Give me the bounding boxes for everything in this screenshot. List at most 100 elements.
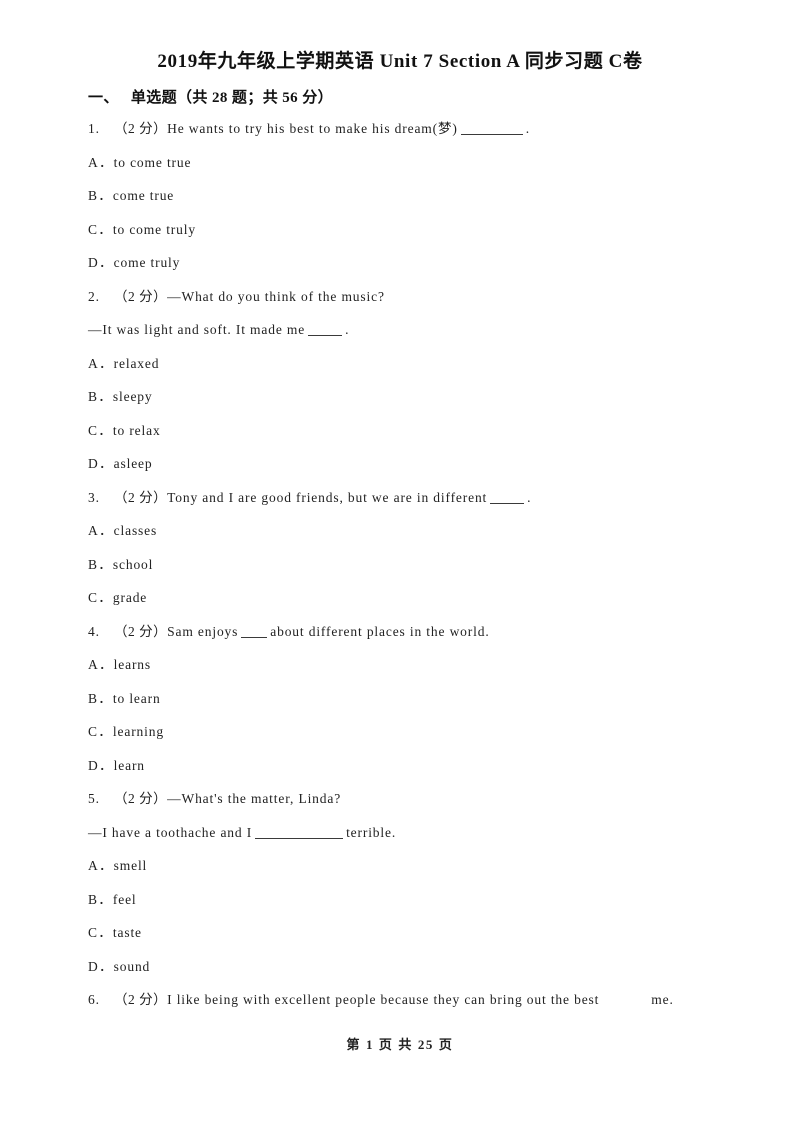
option-letter: B．: [88, 556, 113, 572]
option-text: to come truly: [112, 221, 196, 237]
option-text: to come true: [113, 154, 192, 170]
option-text: sleepy: [112, 389, 153, 405]
option-text: to relax: [112, 422, 161, 438]
question-block: 3. （2 分）Tony and I are good friends, but …: [88, 490, 736, 606]
option-a[interactable]: A．learns: [88, 657, 736, 673]
question-text-tail: .: [345, 322, 350, 338]
option-c[interactable]: C．to come truly: [88, 222, 736, 238]
option-letter: C．: [88, 724, 113, 740]
answer-blank: [241, 636, 268, 638]
question-text: Tony and I are good friends, but we are …: [167, 489, 488, 505]
option-a[interactable]: A．to come true: [88, 155, 736, 171]
option-text: learning: [112, 724, 164, 740]
option-letter: D．: [88, 757, 114, 773]
question-block: 1. （2 分）He wants to try his best to make …: [88, 121, 736, 271]
option-b[interactable]: B．school: [88, 557, 736, 573]
question-score: （2 分）: [114, 489, 168, 505]
question-stem-continued: —I have a toothache and I terrible.: [88, 825, 736, 841]
answer-blank: [308, 335, 343, 337]
question-text-tail: .: [525, 121, 530, 136]
question-score: （2 分）: [114, 121, 168, 136]
option-c[interactable]: C．taste: [88, 925, 736, 941]
option-text: asleep: [113, 456, 153, 472]
option-text: school: [112, 556, 154, 572]
question-block: 4. （2 分）Sam enjoys about different places …: [88, 624, 736, 774]
option-c[interactable]: C．learning: [88, 724, 736, 740]
question-stem-continued: —It was light and soft. It made me.: [88, 322, 736, 338]
section-number: 一、: [88, 90, 119, 106]
option-d[interactable]: D．sound: [88, 959, 736, 975]
question-block: 5. （2 分）—What's the matter, Linda? —I hav…: [88, 791, 736, 974]
question-text: —What's the matter, Linda?: [167, 791, 342, 807]
option-letter: D．: [88, 958, 114, 974]
answer-blank: [490, 502, 525, 504]
option-letter: D．: [88, 456, 114, 472]
option-d[interactable]: D．come truly: [88, 255, 736, 271]
option-text: smell: [113, 858, 148, 874]
answer-blank: [255, 837, 344, 839]
option-letter: C．: [88, 590, 113, 606]
option-c[interactable]: C．grade: [88, 590, 736, 606]
question-stem: 1. （2 分）He wants to try his best to make …: [88, 121, 736, 137]
page-title: 2019年九年级上学期英语 Unit 7 Section A 同步习题 C卷: [157, 51, 643, 72]
question-text-tail: about different places in the world.: [270, 623, 490, 639]
question-score: （2 分）: [114, 288, 168, 304]
page-footer: 第 1 页 共 25 页: [346, 1037, 454, 1052]
question-score: （2 分）: [114, 992, 168, 1008]
option-b[interactable]: B．come true: [88, 188, 736, 204]
option-letter: B．: [88, 891, 113, 907]
section-title: 单选题（共 28 题；共 56 分）: [130, 90, 334, 106]
question-block: 2. （2 分）—What do you think of the music? …: [88, 289, 736, 472]
question-number: 2.: [88, 288, 100, 304]
option-text: feel: [112, 891, 137, 907]
option-letter: B．: [88, 389, 113, 405]
question-score: （2 分）: [114, 623, 168, 639]
question-number: 6.: [88, 992, 100, 1008]
question-stem: 3. （2 分）Tony and I are good friends, but …: [88, 490, 736, 506]
option-text: come truly: [113, 255, 181, 271]
option-letter: C．: [88, 925, 113, 941]
question-stem: 2. （2 分）—What do you think of the music?: [88, 289, 736, 305]
option-text: classes: [113, 523, 158, 539]
option-text: to learn: [112, 690, 161, 706]
option-letter: D．: [88, 255, 114, 271]
question-number: 1.: [88, 121, 100, 136]
question-text: I like being with excellent people becau…: [167, 992, 600, 1008]
option-letter: C．: [88, 221, 113, 237]
question-text: Sam enjoys: [167, 623, 239, 639]
option-text: come true: [112, 188, 175, 204]
option-b[interactable]: B．to learn: [88, 691, 736, 707]
option-b[interactable]: B．feel: [88, 892, 736, 908]
question-text-tail: terrible.: [346, 824, 397, 840]
option-letter: C．: [88, 422, 113, 438]
option-c[interactable]: C．to relax: [88, 423, 736, 439]
option-text: sound: [113, 958, 151, 974]
answer-blank: [460, 134, 523, 135]
document-body: 一、 单选题（共 28 题；共 56 分） 1. （2 分）He wants to …: [88, 86, 736, 1014]
option-b[interactable]: B．sleepy: [88, 389, 736, 405]
option-text: taste: [112, 925, 142, 941]
option-letter: A．: [88, 858, 114, 874]
option-a[interactable]: A．smell: [88, 858, 736, 874]
question-stem: 4. （2 分）Sam enjoys about different places …: [88, 624, 736, 640]
option-letter: A．: [88, 154, 114, 170]
option-text: relaxed: [113, 355, 160, 371]
option-a[interactable]: A．classes: [88, 523, 736, 539]
option-letter: A．: [88, 355, 114, 371]
question-number: 3.: [88, 489, 100, 505]
option-letter: B．: [88, 188, 113, 204]
question-text: —It was light and soft. It made me: [88, 322, 306, 338]
question-block: 6. （2 分）I like being with excellent peopl…: [88, 992, 736, 1008]
option-d[interactable]: D．asleep: [88, 456, 736, 472]
question-stem: 6. （2 分）I like being with excellent peopl…: [88, 992, 736, 1008]
answer-blank: [599, 1003, 651, 1004]
option-text: learns: [113, 657, 151, 673]
question-number: 4.: [88, 623, 100, 639]
option-d[interactable]: D．learn: [88, 758, 736, 774]
option-a[interactable]: A．relaxed: [88, 356, 736, 372]
option-text: learn: [113, 757, 145, 773]
question-text: —What do you think of the music?: [167, 288, 385, 304]
question-text: —I have a toothache and I: [88, 824, 253, 840]
question-score: （2 分）: [114, 791, 168, 807]
question-number: 5.: [88, 791, 100, 807]
